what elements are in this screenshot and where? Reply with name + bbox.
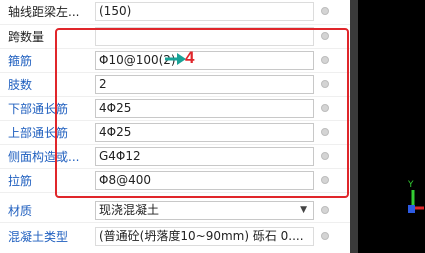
property-label: 材质 [8,204,33,218]
properties-panel: 轴线距梁左... (150) 跨数量 箍筋 Φ10@100(2) 肢数 2 下部… [0,0,350,253]
material-select[interactable]: 现浇混凝土 ▼ [95,201,314,220]
chevron-down-icon[interactable]: ▼ [300,202,307,219]
material-select-value: 现浇混凝土 [99,203,160,217]
axis-y-label: Y [407,180,414,190]
property-status-dot [321,7,329,15]
property-row-material: 材质 现浇混凝土 ▼ [0,199,350,223]
property-status-dot [321,206,329,214]
property-row-axis-offset: 轴线距梁左... (150) [0,0,350,24]
scrollbar[interactable] [350,0,358,253]
row-divider [0,222,350,223]
property-status-dot [321,232,329,240]
annotation-number: 4 [185,48,195,67]
axis-gizmo-icon: Y [407,180,424,213]
property-row-concrete-type: 混凝土类型 (普通砼(坍落度10~90mm) 砾石 0.... [0,225,350,249]
property-label: 轴线距梁左... [8,5,80,19]
property-value-field[interactable]: (150) [95,2,314,21]
property-label: 混凝土类型 [8,230,69,244]
property-value-field[interactable]: (普通砼(坍落度10~90mm) 砾石 0.... [95,227,314,246]
annotation-arrow-icon [165,53,186,65]
highlight-box [55,28,349,198]
